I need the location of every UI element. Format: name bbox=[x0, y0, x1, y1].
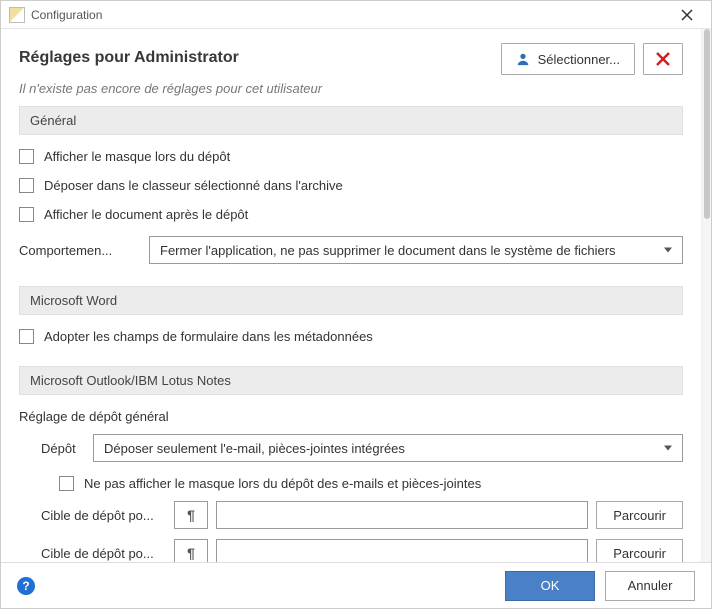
outlook-general-label: Réglage de dépôt général bbox=[19, 409, 683, 424]
x-icon bbox=[655, 51, 671, 67]
chevron-down-icon bbox=[664, 248, 672, 253]
select-user-label: Sélectionner... bbox=[538, 52, 620, 67]
browse-button-2[interactable]: Parcourir bbox=[596, 539, 683, 562]
row-adopt-fields: Adopter les champs de formulaire dans le… bbox=[19, 329, 683, 344]
target-row-1: Cible de dépôt po... ¶ Parcourir bbox=[41, 501, 683, 529]
row-show-mask: Afficher le masque lors du dépôt bbox=[19, 149, 683, 164]
checkbox-show-doc-after[interactable] bbox=[19, 207, 34, 222]
target-input-1[interactable] bbox=[216, 501, 588, 529]
content-area: Réglages pour Administrator Sélectionner… bbox=[1, 29, 711, 562]
cancel-button[interactable]: Annuler bbox=[605, 571, 695, 601]
header-row: Réglages pour Administrator Sélectionner… bbox=[19, 43, 683, 75]
config-window: Configuration Réglages pour Administrato… bbox=[0, 0, 712, 609]
footer: ? OK Annuler bbox=[1, 562, 711, 608]
behavior-value: Fermer l'application, ne pas supprimer l… bbox=[160, 243, 616, 258]
pilcrow-icon: ¶ bbox=[187, 545, 195, 561]
deposit-select[interactable]: Déposer seulement l'e-mail, pièces-joint… bbox=[93, 434, 683, 462]
row-behavior: Comportemen... Fermer l'application, ne … bbox=[19, 236, 683, 264]
target-input-2[interactable] bbox=[216, 539, 588, 562]
header-buttons: Sélectionner... bbox=[501, 43, 683, 75]
label-no-mask-email: Ne pas afficher le masque lors du dépôt … bbox=[84, 476, 481, 491]
browse-button-1[interactable]: Parcourir bbox=[596, 501, 683, 529]
deposit-label: Dépôt bbox=[41, 441, 83, 456]
checkbox-deposit-selected[interactable] bbox=[19, 178, 34, 193]
titlebar: Configuration bbox=[1, 1, 711, 29]
target-row-2: Cible de dépôt po... ¶ Parcourir bbox=[41, 539, 683, 562]
label-show-mask: Afficher le masque lors du dépôt bbox=[44, 149, 230, 164]
window-close-button[interactable] bbox=[671, 3, 703, 27]
target-label-1: Cible de dépôt po... bbox=[41, 508, 166, 523]
label-show-doc-after: Afficher le document après le dépôt bbox=[44, 207, 248, 222]
section-word: Microsoft Word bbox=[19, 286, 683, 315]
section-outlook: Microsoft Outlook/IBM Lotus Notes bbox=[19, 366, 683, 395]
row-show-doc-after: Afficher le document après le dépôt bbox=[19, 207, 683, 222]
window-title: Configuration bbox=[31, 8, 671, 22]
target-label-2: Cible de dépôt po... bbox=[41, 546, 166, 561]
select-user-button[interactable]: Sélectionner... bbox=[501, 43, 635, 75]
delete-button[interactable] bbox=[643, 43, 683, 75]
vertical-scrollbar[interactable] bbox=[701, 29, 711, 562]
behavior-select[interactable]: Fermer l'application, ne pas supprimer l… bbox=[149, 236, 683, 264]
help-button[interactable]: ? bbox=[17, 577, 35, 595]
label-deposit-selected: Déposer dans le classeur sélectionné dan… bbox=[44, 178, 343, 193]
behavior-label: Comportemen... bbox=[19, 243, 139, 258]
user-icon bbox=[516, 52, 530, 66]
section-general: Général bbox=[19, 106, 683, 135]
scrollbar-thumb[interactable] bbox=[704, 29, 710, 219]
row-deposit-selected: Déposer dans le classeur sélectionné dan… bbox=[19, 178, 683, 193]
close-icon bbox=[681, 9, 693, 21]
no-settings-notice: Il n'existe pas encore de réglages pour … bbox=[19, 81, 683, 96]
checkbox-adopt-fields[interactable] bbox=[19, 329, 34, 344]
target-marker-1[interactable]: ¶ bbox=[174, 501, 208, 529]
scroll-content: Réglages pour Administrator Sélectionner… bbox=[1, 29, 701, 562]
target-marker-2[interactable]: ¶ bbox=[174, 539, 208, 562]
label-adopt-fields: Adopter les champs de formulaire dans le… bbox=[44, 329, 373, 344]
row-deposit: Dépôt Déposer seulement l'e-mail, pièces… bbox=[41, 434, 683, 462]
page-title: Réglages pour Administrator bbox=[19, 43, 239, 67]
checkbox-no-mask-email[interactable] bbox=[59, 476, 74, 491]
deposit-value: Déposer seulement l'e-mail, pièces-joint… bbox=[104, 441, 405, 456]
pilcrow-icon: ¶ bbox=[187, 507, 195, 523]
app-icon bbox=[9, 7, 25, 23]
checkbox-show-mask[interactable] bbox=[19, 149, 34, 164]
ok-button[interactable]: OK bbox=[505, 571, 595, 601]
chevron-down-icon bbox=[664, 446, 672, 451]
row-no-mask-email: Ne pas afficher le masque lors du dépôt … bbox=[59, 476, 683, 491]
